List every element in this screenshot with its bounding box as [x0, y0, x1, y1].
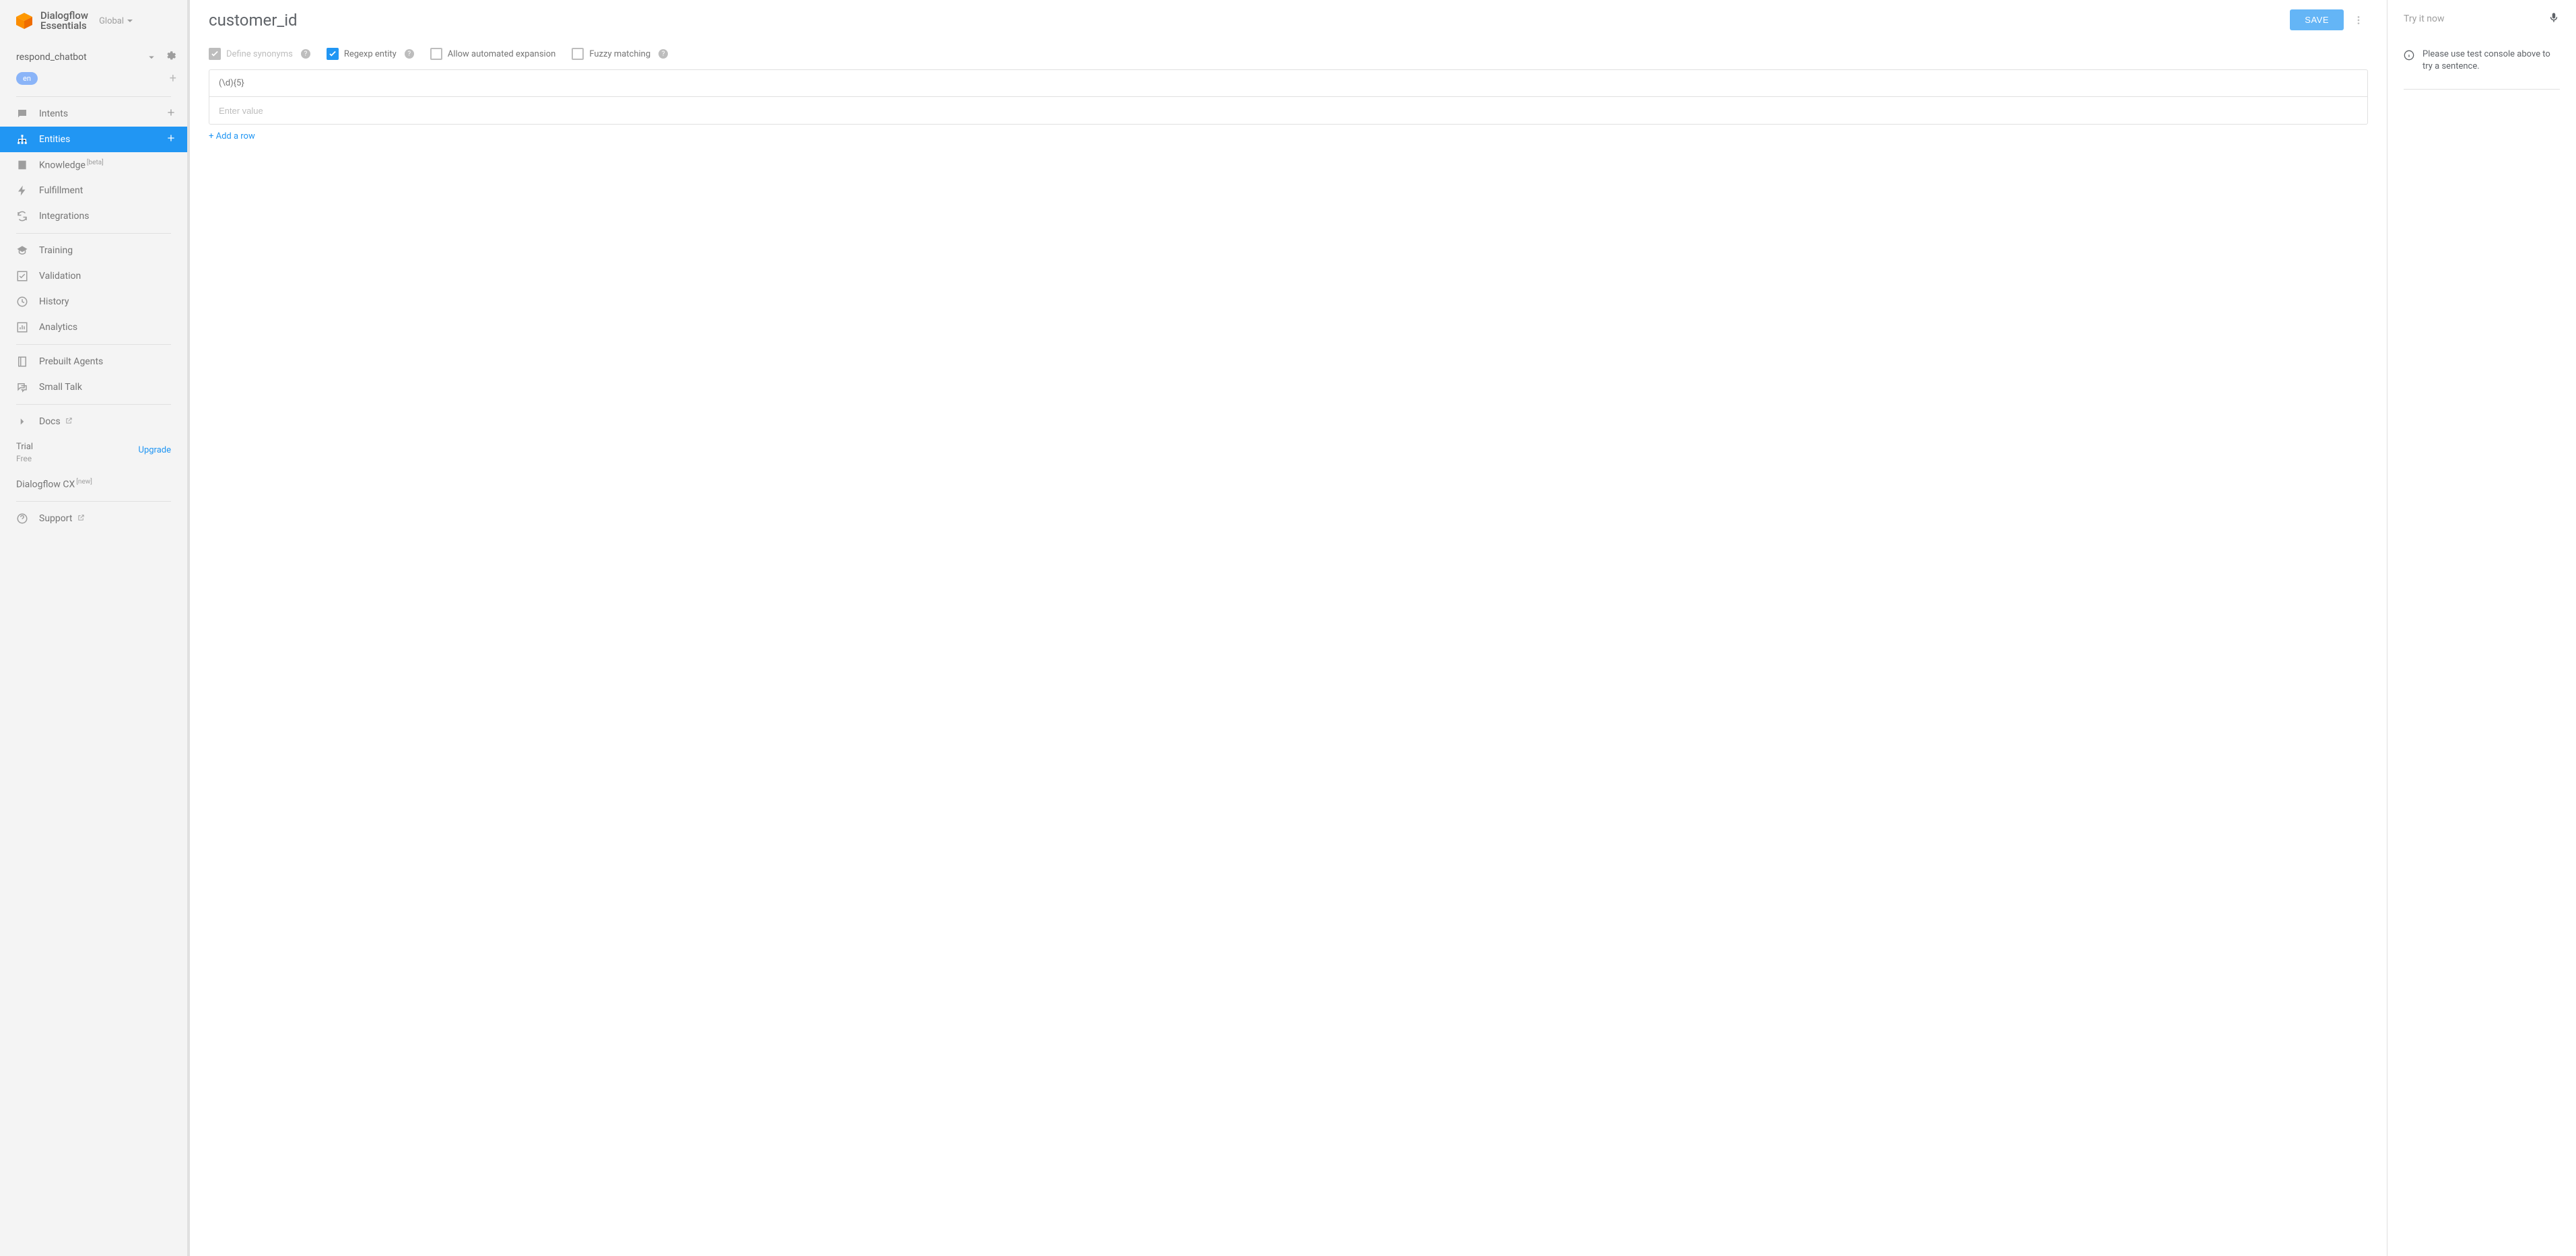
sidebar-item-validation[interactable]: Validation — [0, 263, 187, 289]
try-placeholder: Try it now — [2404, 13, 2548, 24]
checkbox-icon — [430, 48, 442, 60]
dialogflow-logo-icon — [15, 11, 34, 30]
help-icon[interactable]: ? — [658, 49, 668, 59]
chat-bubble-icon — [16, 381, 28, 393]
add-language-button[interactable]: + — [170, 71, 176, 86]
graduation-icon — [16, 244, 28, 257]
try-panel: Try it now Please use test console above… — [2387, 0, 2576, 1256]
entity-value-row[interactable]: (\d){5} — [209, 70, 2367, 97]
info-icon — [2404, 50, 2414, 61]
history-icon — [16, 296, 28, 308]
check-box-icon — [16, 270, 28, 282]
sidebar: Dialogflow Essentials Global respond_cha… — [0, 0, 190, 1256]
entity-value-input[interactable] — [219, 106, 2358, 116]
entity-value-input-row[interactable] — [209, 97, 2367, 124]
external-link-icon — [77, 514, 96, 521]
opt-fuzzy-matching[interactable]: Fuzzy matching ? — [572, 48, 668, 60]
sidebar-item-cx[interactable]: Dialogflow CX[new] — [0, 471, 187, 497]
entity-options: Define synonyms ? Regexp entity ? Allow … — [190, 40, 2387, 65]
external-link-icon — [65, 417, 83, 424]
entity-title: customer_id — [209, 11, 2290, 30]
chevron-down-icon — [127, 18, 133, 24]
checkbox-icon — [327, 48, 339, 60]
sync-icon — [16, 210, 28, 222]
opt-auto-expansion[interactable]: Allow automated expansion — [430, 48, 556, 60]
save-button[interactable]: SAVE — [2290, 9, 2344, 30]
chevron-right-icon — [16, 416, 28, 428]
help-icon — [16, 513, 28, 525]
sidebar-item-support[interactable]: Support — [0, 506, 187, 531]
sidebar-item-fulfillment[interactable]: Fulfillment — [0, 178, 187, 203]
sidebar-item-entities[interactable]: Entities — [0, 127, 187, 152]
bolt-icon — [16, 185, 28, 197]
sidebar-item-training[interactable]: Training — [0, 238, 187, 263]
sitemap-icon — [16, 133, 28, 145]
add-intent-button[interactable] — [166, 107, 176, 121]
language-chip[interactable]: en — [16, 72, 38, 85]
add-entity-button[interactable] — [166, 133, 176, 146]
region-dropdown[interactable]: Global — [99, 16, 133, 26]
microphone-icon[interactable] — [2548, 11, 2560, 26]
chat-icon — [16, 108, 28, 120]
sidebar-item-knowledge[interactable]: Knowledge[beta] — [0, 152, 187, 178]
chevron-down-icon — [145, 51, 158, 63]
upgrade-link[interactable]: Upgrade — [139, 441, 171, 455]
more-options-button[interactable] — [2349, 11, 2368, 30]
checkbox-icon — [572, 48, 584, 60]
brand-text: Dialogflow Essentials — [40, 11, 88, 31]
chart-icon — [16, 321, 28, 333]
sidebar-item-prebuilt[interactable]: Prebuilt Agents — [0, 349, 187, 374]
add-row-link[interactable]: + Add a row — [190, 125, 2387, 148]
help-icon[interactable]: ? — [405, 49, 414, 59]
sidebar-item-intents[interactable]: Intents — [0, 101, 187, 127]
sidebar-item-analytics[interactable]: Analytics — [0, 315, 187, 340]
gear-icon[interactable] — [164, 50, 176, 65]
entity-values-table: (\d){5} — [209, 69, 2368, 125]
language-row: en + — [0, 65, 187, 92]
sidebar-item-history[interactable]: History — [0, 289, 187, 315]
sidebar-logo: Dialogflow Essentials Global — [0, 0, 187, 42]
sidebar-item-docs[interactable]: Docs — [0, 409, 187, 434]
main-header: customer_id SAVE — [190, 0, 2387, 40]
opt-define-synonyms: Define synonyms ? — [209, 48, 310, 60]
book-icon — [16, 159, 28, 171]
help-icon[interactable]: ? — [301, 49, 310, 59]
main-content: customer_id SAVE Define synonyms ? Regex… — [190, 0, 2387, 1256]
try-info-message: Please use test console above to try a s… — [2404, 48, 2560, 73]
opt-regexp-entity[interactable]: Regexp entity ? — [327, 48, 414, 60]
sidebar-item-integrations[interactable]: Integrations — [0, 203, 187, 229]
kebab-icon — [2353, 15, 2364, 26]
checkbox-icon — [209, 48, 221, 60]
try-input-row[interactable]: Try it now — [2387, 0, 2576, 38]
plan-box: Trial Free Upgrade — [0, 434, 187, 471]
agent-selector[interactable]: respond_chatbot — [0, 42, 187, 65]
sidebar-item-smalltalk[interactable]: Small Talk — [0, 374, 187, 400]
notebook-icon — [16, 356, 28, 368]
